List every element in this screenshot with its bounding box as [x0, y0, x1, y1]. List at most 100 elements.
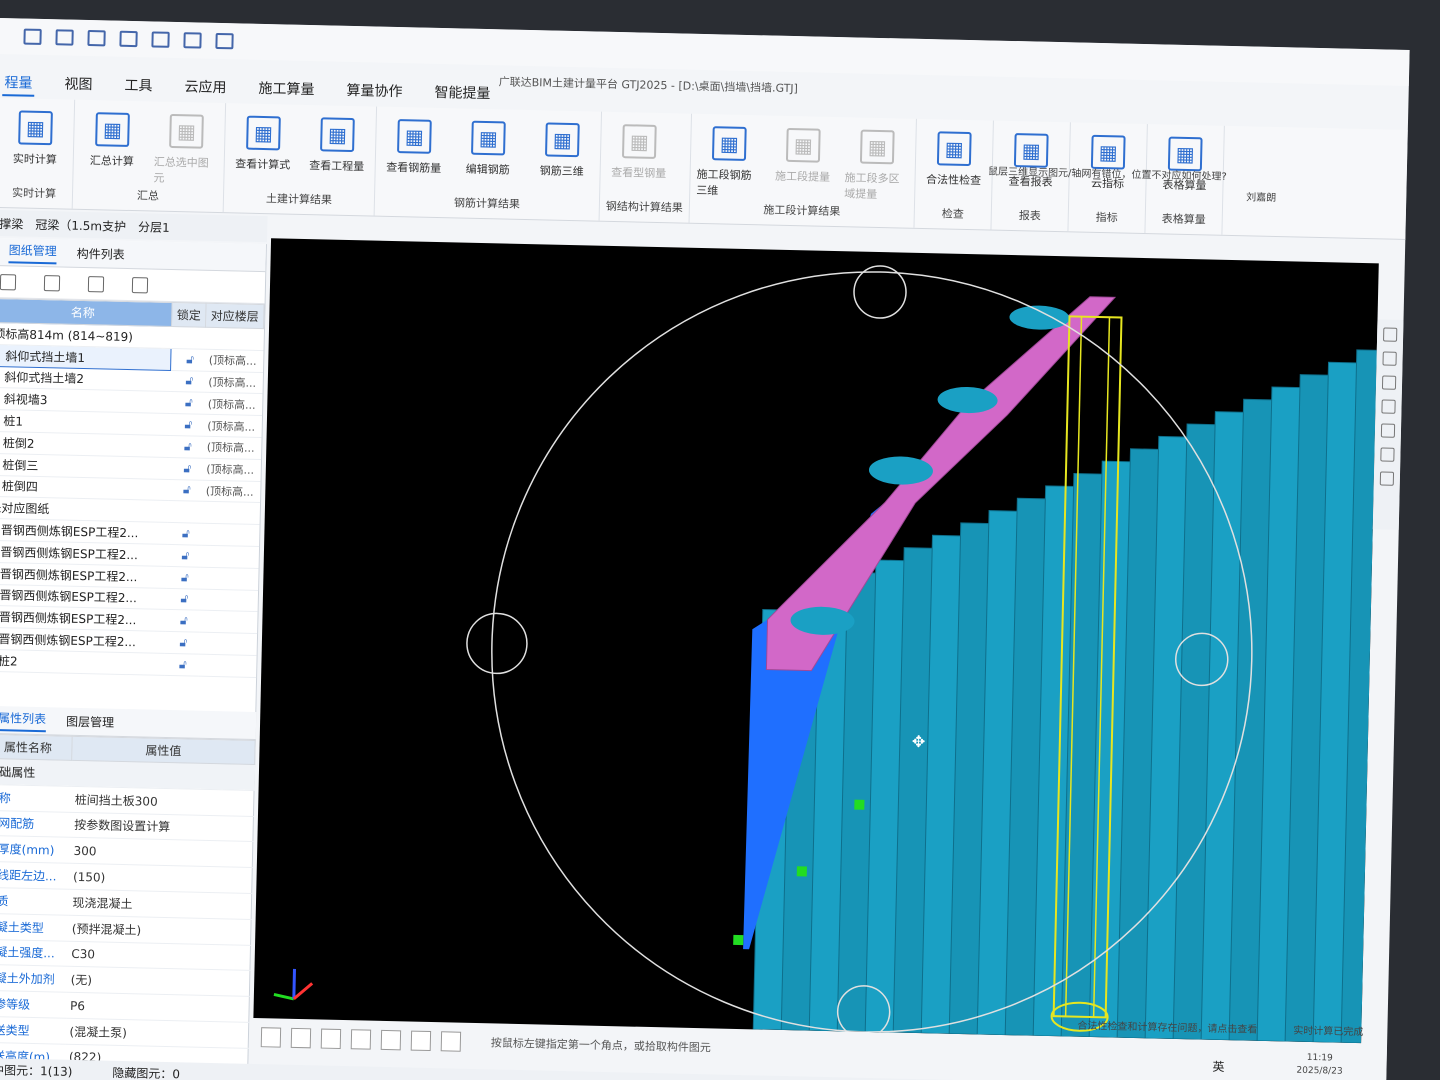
axis-z-icon	[292, 968, 297, 999]
axis-x-icon	[292, 982, 314, 1001]
lock-icon[interactable]: 🔓︎	[170, 370, 205, 393]
menu-tools[interactable]: 工具	[122, 73, 155, 100]
arc-tool[interactable]	[440, 1031, 462, 1052]
ribbon-button-3-0[interactable]: ▦ 查看钢筋量	[382, 111, 447, 176]
orbit-handle-top[interactable]	[853, 265, 907, 319]
ribbon-button-6-0[interactable]: ▦ 合法性检查	[921, 123, 986, 188]
user-name[interactable]: 刘嘉朗	[1246, 188, 1276, 204]
lock-icon[interactable]: 🔓︎	[164, 631, 199, 655]
lock-icon[interactable]: 🔓︎	[167, 479, 203, 502]
ortho-toggle[interactable]	[260, 1027, 282, 1048]
copy-drawing-icon[interactable]	[87, 275, 105, 292]
list-icon[interactable]	[1379, 471, 1395, 486]
menu-view[interactable]: 视图	[62, 71, 95, 98]
component-select[interactable]: 冠梁（1.5m支护	[35, 215, 126, 234]
angle-tool[interactable]	[350, 1029, 372, 1050]
fit-view-icon[interactable]	[1380, 423, 1396, 438]
3d-scene[interactable]: ✥	[253, 238, 1379, 1044]
hidden-count: 隐藏图元：0	[112, 1065, 181, 1080]
orbit-icon[interactable]	[1383, 327, 1398, 342]
col-prop-name: 属性名称	[0, 734, 73, 761]
tab-drawing-manager[interactable]: 图纸管理	[8, 240, 57, 264]
orbit-handle-left[interactable]	[466, 612, 528, 675]
snap-tool[interactable]	[380, 1029, 402, 1051]
ribbon-button-label: 汇总计算	[89, 154, 134, 169]
layer-tool[interactable]	[410, 1030, 432, 1052]
ribbon-group-label: 钢筋计算结果	[453, 196, 521, 211]
col-lock[interactable]: 锁定	[171, 302, 207, 328]
calc-done-status: 实时计算已完成	[1293, 1025, 1364, 1039]
cube-view-icon[interactable]	[1381, 375, 1397, 390]
drawing-floor	[199, 588, 258, 612]
prop-key: 材质	[0, 887, 69, 916]
export-icon[interactable]	[215, 32, 234, 50]
ribbon-button-9-0[interactable]: ▦ 表格算量	[1152, 128, 1217, 193]
ribbon-button-5-1[interactable]: ▦ 施工段提量	[770, 120, 835, 185]
prop-key: 抗渗等级	[0, 990, 67, 1019]
menu-smart[interactable]: 智能提量	[432, 80, 493, 107]
menu-cloud[interactable]: 云应用	[182, 74, 229, 101]
lock-icon[interactable]: 🔓︎	[166, 544, 201, 567]
draw-icon[interactable]	[151, 31, 170, 48]
layout-icon[interactable]	[119, 30, 138, 48]
ribbon-button-8-0[interactable]: ▦ 云指标	[1075, 126, 1140, 191]
add-drawing-icon[interactable]	[0, 273, 17, 290]
rebar-icon[interactable]	[183, 32, 202, 49]
settings-icon[interactable]	[1380, 447, 1395, 462]
drawing-floor: (顶标高...	[201, 479, 261, 503]
lock-icon[interactable]: 🔓︎	[165, 587, 200, 611]
top-view-icon[interactable]	[1382, 351, 1397, 366]
select-box-tool[interactable]	[290, 1027, 312, 1049]
view-toolbar	[1372, 319, 1404, 530]
ribbon-button-3-1[interactable]: ▦ 编辑钢筋	[456, 112, 521, 177]
display-mode-icon[interactable]	[1381, 399, 1396, 414]
check-icon: ▦	[936, 131, 972, 167]
ribbon-button-5-2[interactable]: ▦ 施工段多区域提量	[844, 121, 910, 202]
menu-construction[interactable]: 施工算量	[256, 76, 317, 103]
menu-quantity[interactable]: 程量	[2, 70, 35, 97]
ribbon-button-7-0[interactable]: ▦ 查看报表	[998, 125, 1063, 190]
grid-icon[interactable]	[87, 29, 106, 47]
col-floor[interactable]: 对应楼层	[205, 303, 265, 329]
ime-indicator[interactable]: 英	[1212, 1058, 1224, 1075]
edit-rebar-icon: ▦	[471, 120, 506, 156]
save-icon[interactable]	[23, 28, 42, 45]
lock-icon[interactable]: 🔓︎	[165, 566, 201, 589]
tab-component-list[interactable]: 构件列表	[77, 245, 125, 263]
grip-point[interactable]	[796, 866, 807, 877]
ribbon-button-5-0[interactable]: ▦ 施工段钢筋三维	[696, 118, 762, 199]
ribbon-button-2-1[interactable]: ▦ 查看工程量	[305, 109, 370, 174]
menu-collab[interactable]: 算量协作	[344, 78, 405, 105]
ribbon-button-1-0[interactable]: ▦ 汇总计算	[80, 104, 145, 169]
lock-icon[interactable]: 🔓︎	[169, 413, 204, 437]
ribbon-button-3-2[interactable]: ▦ 钢筋三维	[530, 114, 595, 179]
grip-point[interactable]	[854, 799, 865, 810]
category-select[interactable]: 撑梁	[0, 215, 24, 233]
grip-point[interactable]	[733, 934, 744, 946]
tab-layers[interactable]: 图层管理	[66, 713, 114, 731]
move-cursor-icon: ✥	[912, 732, 926, 751]
ribbon-button-label: 钢筋三维	[539, 164, 584, 179]
lock-icon[interactable]: 🔓︎	[166, 522, 202, 546]
ribbon-group-label: 实时计算	[11, 186, 57, 201]
ribbon-button-2-0[interactable]: ▦ 查看计算式	[231, 107, 296, 172]
lock-icon[interactable]: 🔓︎	[168, 457, 203, 480]
lock-icon[interactable]: 🔓︎	[168, 435, 204, 458]
delete-icon[interactable]	[131, 276, 149, 293]
cross-select-tool[interactable]	[320, 1028, 342, 1049]
ribbon-button-1-1[interactable]: ▦ 汇总选中图元	[153, 106, 219, 187]
realtime-calc-icon: ▦	[18, 110, 53, 146]
tab-properties[interactable]: 属性列表	[0, 708, 47, 732]
undo-icon[interactable]	[55, 29, 74, 46]
ribbon-button-4-0[interactable]: ▦ 查看型钢量	[606, 116, 671, 181]
ribbon-button-0-0[interactable]: ▦ 实时计算	[3, 102, 68, 167]
3d-viewport[interactable]: ✥	[253, 238, 1379, 1044]
floor-select[interactable]: 分层1	[138, 218, 170, 236]
split-drawing-icon[interactable]	[43, 274, 61, 291]
clock-date: 2025/8/23	[1296, 1065, 1343, 1077]
lock-icon[interactable]: 🔓︎	[169, 391, 205, 415]
lock-icon[interactable]: 🔓︎	[170, 348, 206, 371]
lock-icon[interactable]: 🔓︎	[163, 653, 199, 676]
clock-time: 11:19	[1306, 1052, 1333, 1064]
lock-icon[interactable]: 🔓︎	[164, 609, 200, 633]
